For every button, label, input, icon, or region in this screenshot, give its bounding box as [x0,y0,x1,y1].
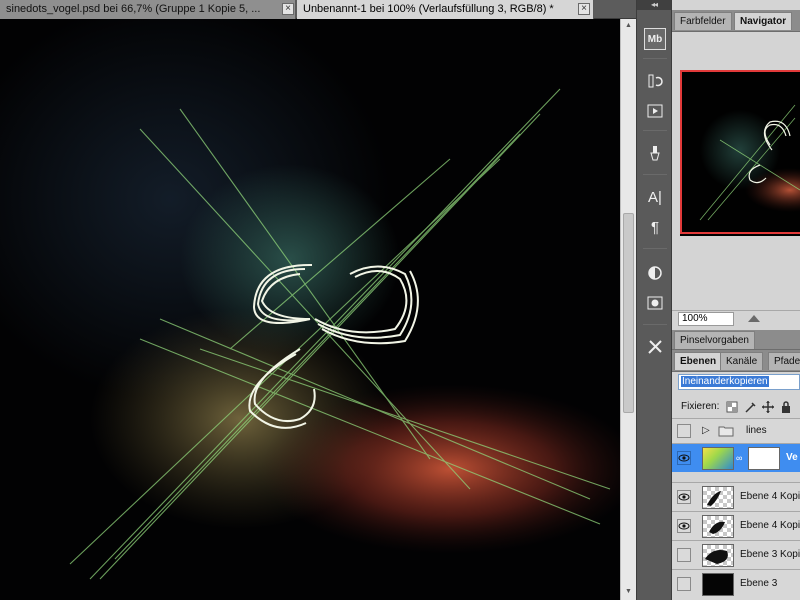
masks-icon[interactable] [644,292,666,314]
artwork [0,19,620,580]
lock-all-icon[interactable] [780,401,792,413]
history-icon[interactable] [644,70,666,92]
panel-icon-strip: ◂◂ Mb A| ¶ [636,0,672,600]
character-icon[interactable]: A| [644,186,666,208]
scroll-down-icon[interactable]: ▼ [621,585,636,599]
document-tab-label: Unbenannt-1 bei 100% (Verlaufsfüllung 3,… [303,3,554,15]
layer-row-group-lines[interactable]: ▷ lines [672,418,800,443]
tab-ebenen[interactable]: Ebenen [674,352,723,370]
zoom-out-icon[interactable] [748,315,760,322]
lock-options: Fixieren: [672,396,800,418]
actions-icon[interactable] [644,100,666,122]
eye-icon [678,493,690,501]
document-canvas[interactable] [0,19,620,600]
layer-name: Ebene 3 Kopi [740,549,800,560]
blend-mode-value: Ineinanderkopieren [681,376,769,387]
layer-name: Ebene 4 Kopi [740,520,800,531]
scrollbar-thumb[interactable] [623,213,634,413]
close-tab-icon[interactable]: × [282,3,294,15]
eye-icon [678,522,690,530]
tab-pfade[interactable]: Pfade [768,352,800,370]
layer-name: Ve [786,452,798,463]
layer-name: lines [746,425,767,436]
visibility-toggle[interactable] [677,490,691,504]
mini-bridge-icon[interactable]: Mb [644,28,666,50]
collapse-panels-icon[interactable]: ◂◂ [637,0,671,10]
document-tab-sinedots[interactable]: sinedots_vogel.psd bei 66,7% (Gruppe 1 K… [0,0,296,19]
visibility-toggle[interactable] [677,424,691,438]
blend-mode-select[interactable]: Ineinanderkopieren [678,374,800,390]
tab-navigator[interactable]: Navigator [734,12,793,30]
strip-divider [643,58,667,59]
lock-label: Fixieren: [681,401,720,412]
layer-mask-thumbnail[interactable] [748,447,780,470]
tab-farbfelder[interactable]: Farbfelder [674,12,732,30]
layer-row[interactable]: Ebene 4 Kopi [672,482,800,511]
vertical-scrollbar[interactable]: ▲ ▼ [620,19,636,600]
right-panel: Farbfelder Navigator 100% Pinselvorgaben… [672,0,800,600]
layer-thumbnail [702,573,734,596]
lock-pixels-icon[interactable] [744,401,756,413]
group-expand-icon[interactable]: ▷ [702,425,710,436]
scroll-up-icon[interactable]: ▲ [621,19,636,33]
lock-transparency-icon[interactable] [726,401,738,413]
tab-pinselvorgaben[interactable]: Pinselvorgaben [674,331,755,349]
lock-position-icon[interactable] [762,401,774,413]
folder-icon [718,425,734,440]
strip-divider [643,174,667,175]
strip-divider [643,248,667,249]
navigator-view-box[interactable] [680,70,800,234]
visibility-toggle[interactable] [677,577,691,591]
layer-name: Ebene 4 Kopi [740,491,800,502]
strip-divider [643,324,667,325]
tool-presets-icon[interactable] [644,336,666,358]
link-icon[interactable]: ∞ [736,453,742,463]
layer-thumbnail [702,515,734,538]
navigator-zoom-bar: 100% [672,310,800,326]
visibility-toggle[interactable] [677,451,691,465]
navigator-tab-bar: Farbfelder Navigator [672,10,800,32]
layer-row-gradient-fill[interactable]: ∞ Ve [672,443,800,472]
layers-tab-bar: Ebenen Kanäle Pfade [672,350,800,372]
brushes-icon[interactable] [644,142,666,164]
navigator-preview[interactable] [680,70,800,236]
layer-row[interactable]: Ebene 3 Kopi [672,540,800,569]
tab-kanaele[interactable]: Kanäle [720,352,764,370]
eye-icon [678,454,690,462]
visibility-toggle[interactable] [677,519,691,533]
adjustments-icon[interactable] [644,262,666,284]
visibility-toggle[interactable] [677,548,691,562]
paragraph-icon[interactable]: ¶ [644,216,666,238]
close-tab-icon[interactable]: × [578,3,590,15]
layer-thumbnail [702,544,734,567]
brush-presets-tab-bar: Pinselvorgaben [672,330,800,350]
document-tab-bar: sinedots_vogel.psd bei 66,7% (Gruppe 1 K… [0,0,636,19]
layer-thumbnail [702,486,734,509]
layer-row[interactable]: Ebene 3 [672,569,800,600]
gradient-fill-thumbnail [702,447,734,470]
layer-row[interactable]: Ebene 4 Kopi [672,511,800,540]
zoom-input[interactable]: 100% [678,312,734,326]
document-tab-label: sinedots_vogel.psd bei 66,7% (Gruppe 1 K… [6,3,261,15]
document-tab-unbenannt[interactable]: Unbenannt-1 bei 100% (Verlaufsfüllung 3,… [297,0,594,19]
layer-name: Ebene 3 [740,578,778,589]
strip-divider [643,130,667,131]
